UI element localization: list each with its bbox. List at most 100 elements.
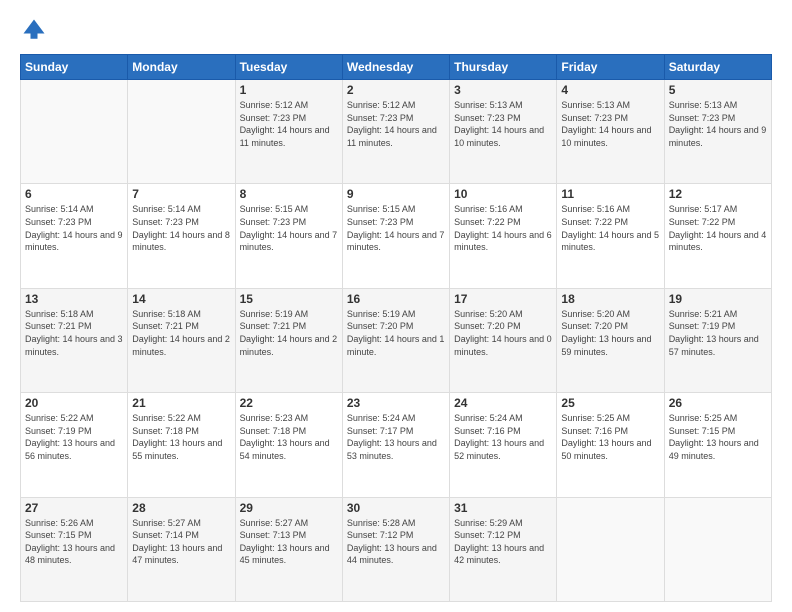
- day-number: 7: [132, 187, 230, 201]
- calendar-week-row: 13 Sunrise: 5:18 AMSunset: 7:21 PMDayligh…: [21, 288, 772, 392]
- day-info: Sunrise: 5:15 AMSunset: 7:23 PMDaylight:…: [240, 203, 338, 253]
- day-of-week-header: Saturday: [664, 55, 771, 80]
- day-info: Sunrise: 5:24 AMSunset: 7:17 PMDaylight:…: [347, 412, 445, 462]
- day-number: 11: [561, 187, 659, 201]
- day-number: 16: [347, 292, 445, 306]
- day-info: Sunrise: 5:25 AMSunset: 7:15 PMDaylight:…: [669, 412, 767, 462]
- day-number: 3: [454, 83, 552, 97]
- calendar-cell: [128, 80, 235, 184]
- day-number: 1: [240, 83, 338, 97]
- day-info: Sunrise: 5:22 AMSunset: 7:18 PMDaylight:…: [132, 412, 230, 462]
- calendar-cell: 7 Sunrise: 5:14 AMSunset: 7:23 PMDaylight…: [128, 184, 235, 288]
- day-info: Sunrise: 5:13 AMSunset: 7:23 PMDaylight:…: [561, 99, 659, 149]
- day-number: 10: [454, 187, 552, 201]
- calendar-cell: 15 Sunrise: 5:19 AMSunset: 7:21 PMDayligh…: [235, 288, 342, 392]
- calendar-week-row: 27 Sunrise: 5:26 AMSunset: 7:15 PMDayligh…: [21, 497, 772, 601]
- day-info: Sunrise: 5:15 AMSunset: 7:23 PMDaylight:…: [347, 203, 445, 253]
- day-number: 13: [25, 292, 123, 306]
- day-info: Sunrise: 5:18 AMSunset: 7:21 PMDaylight:…: [25, 308, 123, 358]
- calendar-week-row: 1 Sunrise: 5:12 AMSunset: 7:23 PMDaylight…: [21, 80, 772, 184]
- day-of-week-header: Tuesday: [235, 55, 342, 80]
- day-number: 5: [669, 83, 767, 97]
- page: SundayMondayTuesdayWednesdayThursdayFrid…: [0, 0, 792, 612]
- header: [20, 16, 772, 44]
- calendar-cell: 25Sunrise: 5:25 AMSunset: 7:16 PMDayligh…: [557, 393, 664, 497]
- day-info: Sunrise: 5:21 AMSunset: 7:19 PMDaylight:…: [669, 308, 767, 358]
- day-number: 15: [240, 292, 338, 306]
- calendar-cell: 12 Sunrise: 5:17 AMSunset: 7:22 PMDayligh…: [664, 184, 771, 288]
- calendar-cell: 11 Sunrise: 5:16 AMSunset: 7:22 PMDayligh…: [557, 184, 664, 288]
- calendar-cell: 14 Sunrise: 5:18 AMSunset: 7:21 PMDayligh…: [128, 288, 235, 392]
- day-info: Sunrise: 5:17 AMSunset: 7:22 PMDaylight:…: [669, 203, 767, 253]
- calendar-cell: 22 Sunrise: 5:23 AMSunset: 7:18 PMDayligh…: [235, 393, 342, 497]
- logo: [20, 16, 52, 44]
- day-info: Sunrise: 5:23 AMSunset: 7:18 PMDaylight:…: [240, 412, 338, 462]
- day-number: 29: [240, 501, 338, 515]
- day-info: Sunrise: 5:26 AMSunset: 7:15 PMDaylight:…: [25, 517, 123, 567]
- day-info: Sunrise: 5:16 AMSunset: 7:22 PMDaylight:…: [561, 203, 659, 253]
- day-info: Sunrise: 5:12 AMSunset: 7:23 PMDaylight:…: [347, 99, 445, 149]
- day-of-week-header: Sunday: [21, 55, 128, 80]
- day-info: Sunrise: 5:12 AMSunset: 7:23 PMDaylight:…: [240, 99, 338, 149]
- day-number: 23: [347, 396, 445, 410]
- calendar-cell: 26Sunrise: 5:25 AMSunset: 7:15 PMDayligh…: [664, 393, 771, 497]
- calendar-cell: 27 Sunrise: 5:26 AMSunset: 7:15 PMDayligh…: [21, 497, 128, 601]
- day-info: Sunrise: 5:19 AMSunset: 7:21 PMDaylight:…: [240, 308, 338, 358]
- day-of-week-header: Monday: [128, 55, 235, 80]
- day-info: Sunrise: 5:20 AMSunset: 7:20 PMDaylight:…: [454, 308, 552, 358]
- day-info: Sunrise: 5:19 AMSunset: 7:20 PMDaylight:…: [347, 308, 445, 358]
- day-info: Sunrise: 5:14 AMSunset: 7:23 PMDaylight:…: [132, 203, 230, 253]
- calendar-cell: 30 Sunrise: 5:28 AMSunset: 7:12 PMDayligh…: [342, 497, 449, 601]
- day-info: Sunrise: 5:24 AMSunset: 7:16 PMDaylight:…: [454, 412, 552, 462]
- calendar-cell: 28Sunrise: 5:27 AMSunset: 7:14 PMDayligh…: [128, 497, 235, 601]
- calendar-cell: 24 Sunrise: 5:24 AMSunset: 7:16 PMDayligh…: [450, 393, 557, 497]
- day-number: 12: [669, 187, 767, 201]
- day-info: Sunrise: 5:22 AMSunset: 7:19 PMDaylight:…: [25, 412, 123, 462]
- day-number: 14: [132, 292, 230, 306]
- day-number: 17: [454, 292, 552, 306]
- day-info: Sunrise: 5:14 AMSunset: 7:23 PMDaylight:…: [25, 203, 123, 253]
- calendar-cell: 23 Sunrise: 5:24 AMSunset: 7:17 PMDayligh…: [342, 393, 449, 497]
- calendar-cell: 10 Sunrise: 5:16 AMSunset: 7:22 PMDayligh…: [450, 184, 557, 288]
- calendar-cell: 2 Sunrise: 5:12 AMSunset: 7:23 PMDaylight…: [342, 80, 449, 184]
- day-of-week-header: Thursday: [450, 55, 557, 80]
- calendar-cell: 20 Sunrise: 5:22 AMSunset: 7:19 PMDayligh…: [21, 393, 128, 497]
- calendar-week-row: 6 Sunrise: 5:14 AMSunset: 7:23 PMDaylight…: [21, 184, 772, 288]
- day-info: Sunrise: 5:18 AMSunset: 7:21 PMDaylight:…: [132, 308, 230, 358]
- day-number: 18: [561, 292, 659, 306]
- day-number: 6: [25, 187, 123, 201]
- calendar-cell: 4 Sunrise: 5:13 AMSunset: 7:23 PMDaylight…: [557, 80, 664, 184]
- day-number: 20: [25, 396, 123, 410]
- calendar-cell: 5 Sunrise: 5:13 AMSunset: 7:23 PMDaylight…: [664, 80, 771, 184]
- calendar-cell: 9 Sunrise: 5:15 AMSunset: 7:23 PMDaylight…: [342, 184, 449, 288]
- day-number: 9: [347, 187, 445, 201]
- day-number: 30: [347, 501, 445, 515]
- day-number: 31: [454, 501, 552, 515]
- day-info: Sunrise: 5:27 AMSunset: 7:13 PMDaylight:…: [240, 517, 338, 567]
- day-number: 25: [561, 396, 659, 410]
- calendar-cell: 1 Sunrise: 5:12 AMSunset: 7:23 PMDaylight…: [235, 80, 342, 184]
- day-info: Sunrise: 5:13 AMSunset: 7:23 PMDaylight:…: [454, 99, 552, 149]
- calendar-cell: [557, 497, 664, 601]
- calendar-cell: 13 Sunrise: 5:18 AMSunset: 7:21 PMDayligh…: [21, 288, 128, 392]
- day-number: 27: [25, 501, 123, 515]
- day-info: Sunrise: 5:16 AMSunset: 7:22 PMDaylight:…: [454, 203, 552, 253]
- calendar-table: SundayMondayTuesdayWednesdayThursdayFrid…: [20, 54, 772, 602]
- calendar-cell: [21, 80, 128, 184]
- day-number: 4: [561, 83, 659, 97]
- day-info: Sunrise: 5:13 AMSunset: 7:23 PMDaylight:…: [669, 99, 767, 149]
- calendar-week-row: 20 Sunrise: 5:22 AMSunset: 7:19 PMDayligh…: [21, 393, 772, 497]
- calendar-header-row: SundayMondayTuesdayWednesdayThursdayFrid…: [21, 55, 772, 80]
- calendar-cell: 6 Sunrise: 5:14 AMSunset: 7:23 PMDaylight…: [21, 184, 128, 288]
- calendar-cell: 31Sunrise: 5:29 AMSunset: 7:12 PMDayligh…: [450, 497, 557, 601]
- calendar-cell: 3 Sunrise: 5:13 AMSunset: 7:23 PMDaylight…: [450, 80, 557, 184]
- logo-icon: [20, 16, 48, 44]
- day-info: Sunrise: 5:28 AMSunset: 7:12 PMDaylight:…: [347, 517, 445, 567]
- day-number: 19: [669, 292, 767, 306]
- day-number: 22: [240, 396, 338, 410]
- day-number: 21: [132, 396, 230, 410]
- calendar-cell: 18Sunrise: 5:20 AMSunset: 7:20 PMDayligh…: [557, 288, 664, 392]
- calendar-cell: [664, 497, 771, 601]
- day-number: 24: [454, 396, 552, 410]
- day-number: 2: [347, 83, 445, 97]
